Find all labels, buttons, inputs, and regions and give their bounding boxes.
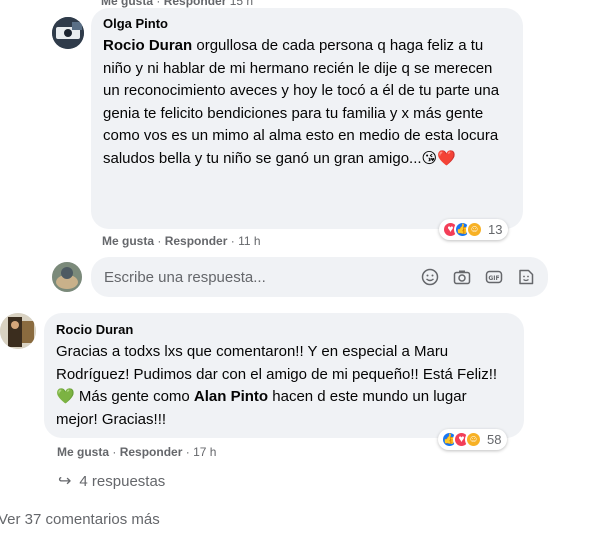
avatar-image bbox=[52, 262, 82, 292]
timestamp: 15 h bbox=[229, 0, 254, 8]
comment-actions: Me gusta · Responder · 17 h bbox=[57, 445, 217, 459]
view-more-comments-link[interactable]: Ver 37 comentarios más bbox=[0, 511, 160, 528]
replies-count-label: 4 respuestas bbox=[79, 472, 166, 490]
timestamp: · 17 h bbox=[185, 445, 217, 459]
reaction-count: 13 bbox=[488, 222, 503, 237]
green-heart-emoji: 💚 bbox=[56, 388, 75, 405]
reply-link[interactable]: Responder bbox=[164, 0, 227, 8]
mention-link[interactable]: Rocio Duran bbox=[103, 37, 192, 54]
reply-link[interactable]: Responder bbox=[120, 445, 183, 459]
reply-arrow-icon: ↪ bbox=[58, 473, 72, 490]
mention-link[interactable]: Alan Pinto bbox=[194, 388, 268, 405]
comment-author[interactable]: Rocio Duran bbox=[56, 322, 512, 337]
avatar-image bbox=[0, 313, 36, 349]
care-reaction-icon: ☺ bbox=[466, 221, 483, 238]
like-link[interactable]: Me gusta bbox=[101, 0, 153, 8]
previous-comment-actions: Me gusta · Responder 15 h bbox=[101, 0, 253, 8]
svg-text:GIF: GIF bbox=[488, 275, 499, 282]
comment-text: Gracias a todxs lxs que comentaron!! Y e… bbox=[56, 343, 498, 428]
reply-link[interactable]: Responder bbox=[165, 234, 228, 248]
comment-actions: Me gusta · Responder · 11 h bbox=[102, 234, 261, 248]
comment-author[interactable]: Olga Pinto bbox=[103, 16, 511, 31]
reply-input[interactable]: Escribe una respuesta... bbox=[104, 269, 420, 286]
current-user-avatar bbox=[52, 262, 82, 292]
view-replies-link[interactable]: ↪ 4 respuestas bbox=[58, 471, 165, 491]
emoji-icon[interactable] bbox=[420, 267, 440, 287]
care-reaction-icon: ☺ bbox=[465, 431, 482, 448]
camera-icon[interactable] bbox=[452, 267, 472, 287]
comment-bubble-olga: Olga Pinto Rocio Duran orgullosa de cada… bbox=[91, 8, 523, 229]
like-link[interactable]: Me gusta bbox=[57, 445, 109, 459]
comment-bubble-rocio: Rocio Duran Gracias a todxs lxs que come… bbox=[44, 313, 524, 438]
gif-icon[interactable]: GIF bbox=[484, 267, 504, 287]
sticker-icon[interactable] bbox=[516, 267, 536, 287]
reaction-count: 58 bbox=[487, 432, 502, 447]
avatar-image bbox=[52, 17, 84, 49]
like-link[interactable]: Me gusta bbox=[102, 234, 154, 248]
reaction-summary[interactable]: ♥ 👍 ☺ 13 bbox=[439, 219, 509, 240]
reaction-summary[interactable]: 👍 ♥ ☺ 58 bbox=[438, 429, 508, 450]
reply-input-box[interactable]: Escribe una respuesta... GIF bbox=[91, 257, 548, 297]
avatar-rocio-duran[interactable] bbox=[0, 313, 36, 349]
avatar-olga-pinto[interactable] bbox=[52, 17, 84, 49]
comment-text: Rocio Duran orgullosa de cada persona q … bbox=[103, 37, 500, 167]
timestamp: · 11 h bbox=[230, 234, 261, 248]
